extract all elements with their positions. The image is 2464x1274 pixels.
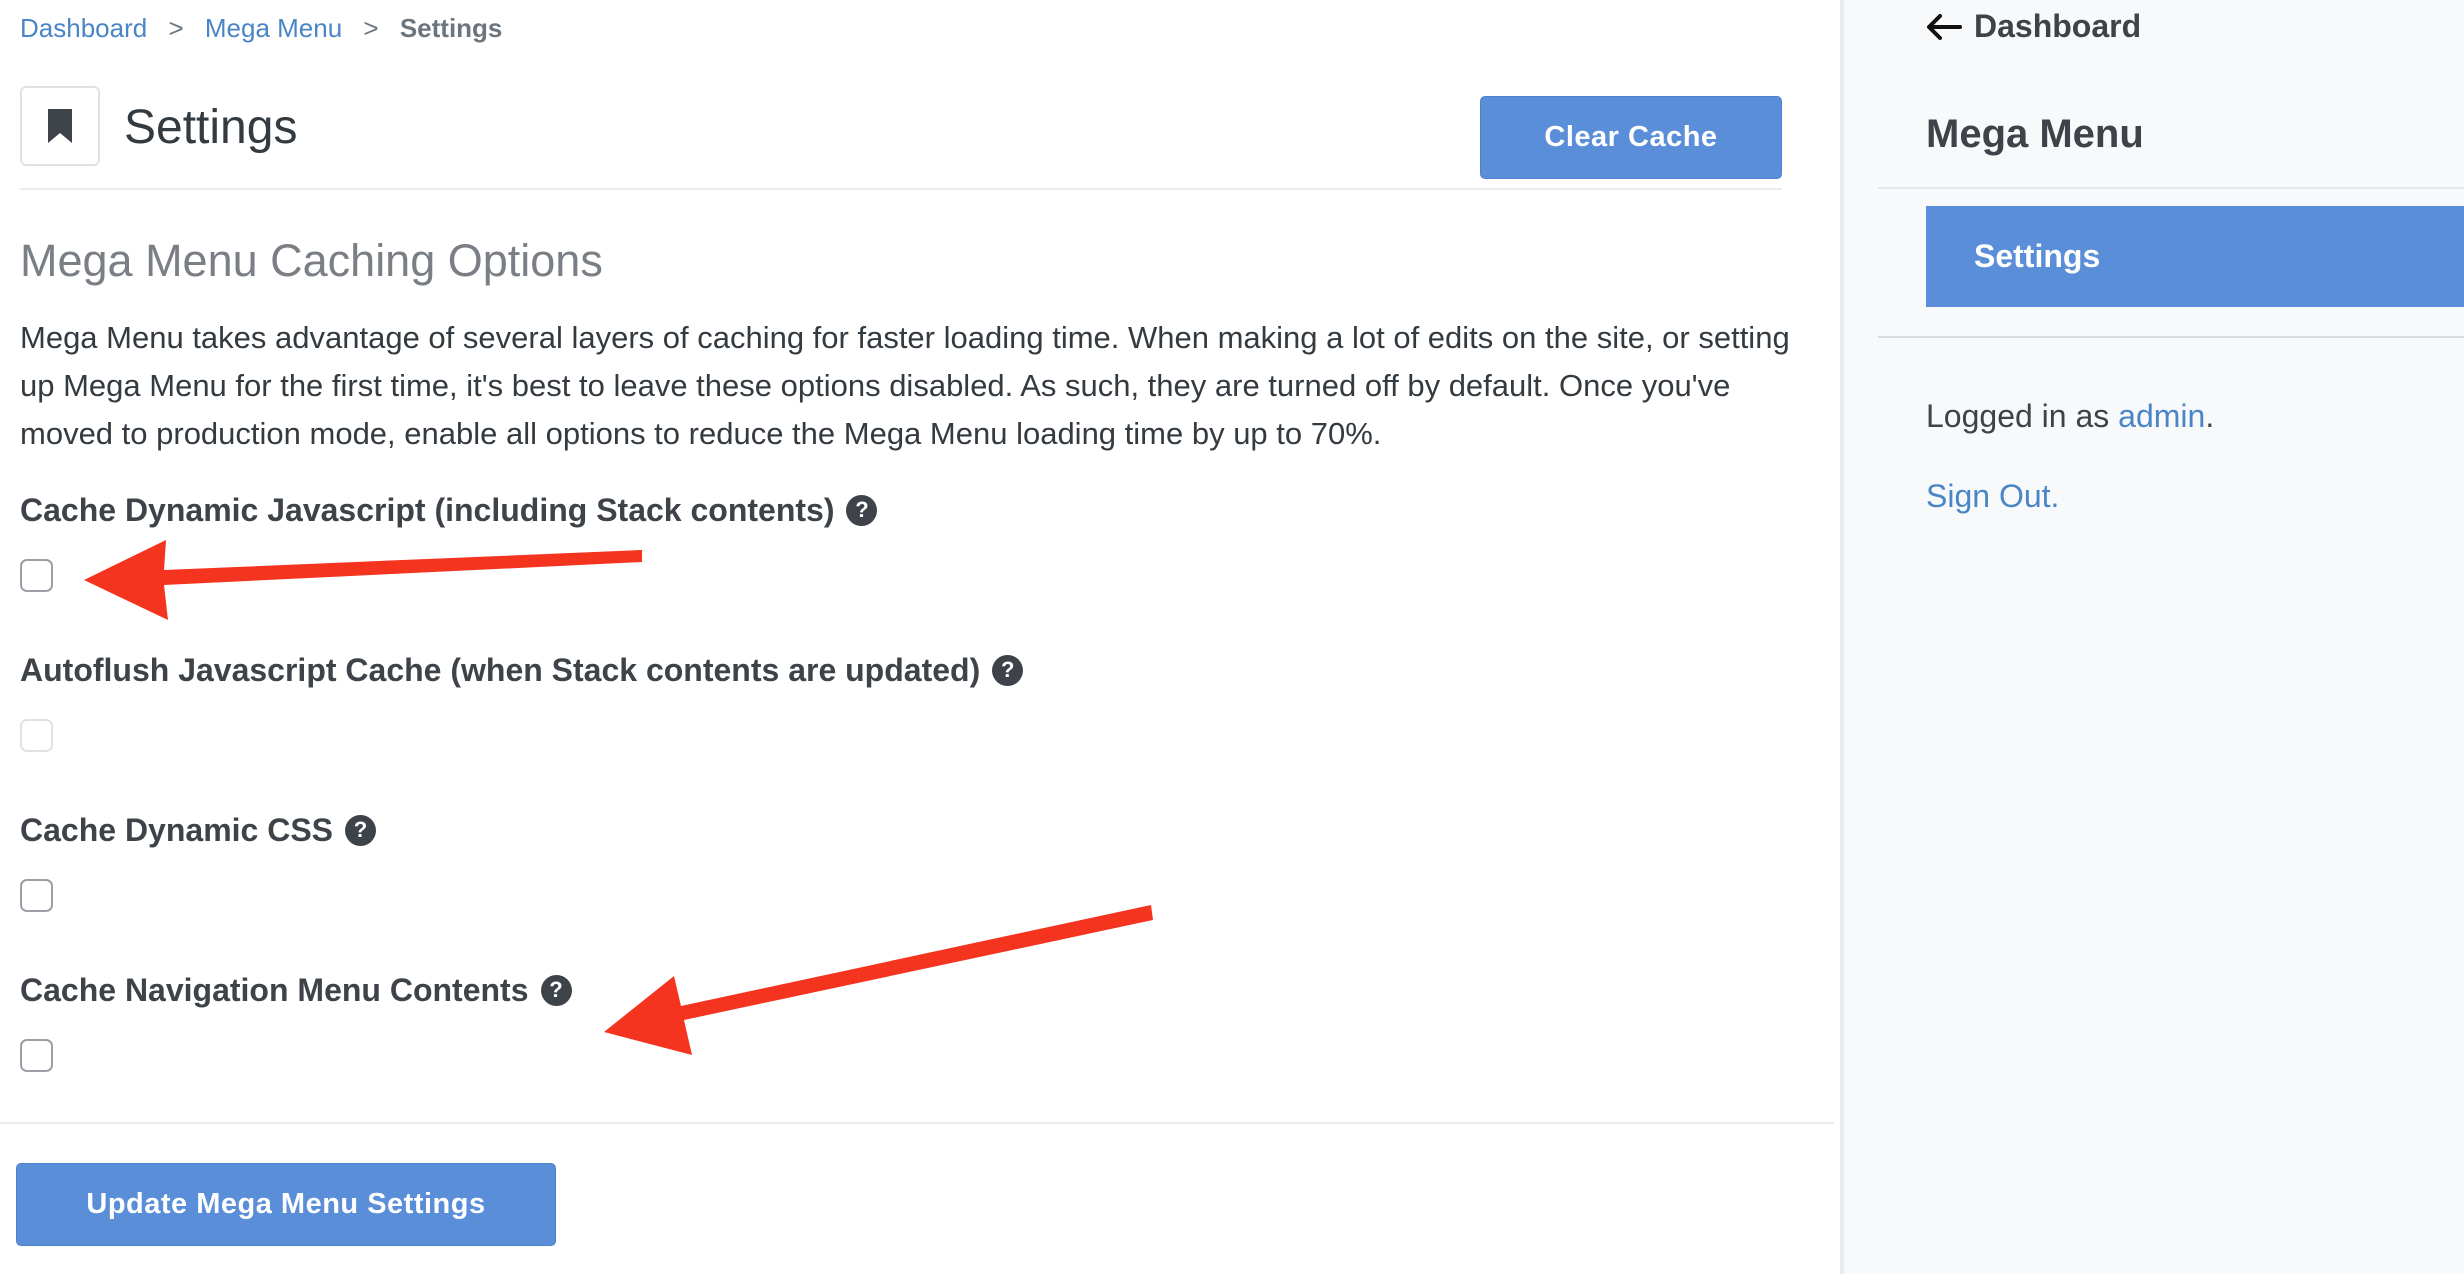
- logged-in-suffix: .: [2205, 398, 2215, 434]
- sidebar-divider: [1878, 187, 2464, 189]
- checkbox-cache-dynamic-js[interactable]: [20, 559, 53, 592]
- breadcrumb-link-mega-menu[interactable]: Mega Menu: [205, 13, 342, 43]
- back-link-label: Dashboard: [1974, 8, 2142, 44]
- help-icon[interactable]: ?: [846, 494, 878, 526]
- option-label-autoflush-js-cache: Autoflush Javascript Cache (when Stack c…: [20, 650, 1024, 690]
- option-label-cache-dynamic-css: Cache Dynamic CSS ?: [20, 810, 377, 850]
- sign-out-link[interactable]: Sign Out.: [1926, 478, 2059, 515]
- clear-cache-button[interactable]: Clear Cache: [1480, 96, 1782, 179]
- breadcrumb-separator: >: [363, 13, 379, 43]
- breadcrumb-separator: >: [168, 13, 184, 43]
- sidebar-title: Mega Menu: [1926, 112, 2144, 156]
- option-label-text: Cache Dynamic Javascript (including Stac…: [20, 492, 835, 528]
- option-label-text: Cache Dynamic CSS: [20, 812, 334, 848]
- breadcrumb-link-dashboard[interactable]: Dashboard: [20, 13, 147, 43]
- section-description: Mega Menu takes advantage of several lay…: [20, 320, 1790, 451]
- option-label-text: Cache Navigation Menu Contents: [20, 972, 529, 1008]
- logged-in-prefix: Logged in as: [1926, 398, 2119, 434]
- sidebar-item-settings[interactable]: Settings: [1926, 206, 2464, 307]
- checkbox-cache-dynamic-css[interactable]: [20, 879, 53, 912]
- sidebar: Dashboard Mega Menu Settings Logged in a…: [1840, 0, 2464, 1274]
- page: Dashboard > Mega Menu > Settings Setting…: [0, 0, 2464, 1274]
- option-label-cache-nav-menu: Cache Navigation Menu Contents ?: [20, 970, 572, 1010]
- sidebar-divider: [1878, 336, 2464, 338]
- username-link[interactable]: admin: [2118, 398, 2205, 434]
- help-icon[interactable]: ?: [992, 654, 1024, 686]
- checkbox-cache-nav-menu[interactable]: [20, 1039, 53, 1072]
- section-title: Mega Menu Caching Options: [20, 235, 603, 286]
- option-label-text: Autoflush Javascript Cache (when Stack c…: [20, 652, 981, 688]
- checkbox-autoflush-js-cache[interactable]: [20, 719, 53, 752]
- help-icon[interactable]: ?: [345, 814, 377, 846]
- breadcrumb: Dashboard > Mega Menu > Settings: [20, 12, 502, 44]
- bookmark-icon: [20, 86, 100, 166]
- footer-divider: [0, 1122, 1834, 1124]
- help-icon[interactable]: ?: [540, 974, 572, 1006]
- option-label-cache-dynamic-js: Cache Dynamic Javascript (including Stac…: [20, 490, 878, 530]
- page-title: Settings: [124, 101, 298, 154]
- update-settings-button[interactable]: Update Mega Menu Settings: [16, 1163, 556, 1246]
- arrow-left-icon: [1927, 13, 1962, 40]
- logged-in-status: Logged in as admin.: [1926, 398, 2214, 435]
- header-divider: [20, 188, 1782, 190]
- breadcrumb-current: Settings: [399, 13, 503, 43]
- main-content: Dashboard > Mega Menu > Settings Setting…: [0, 0, 1840, 1274]
- back-to-dashboard-link[interactable]: Dashboard: [1926, 8, 2141, 45]
